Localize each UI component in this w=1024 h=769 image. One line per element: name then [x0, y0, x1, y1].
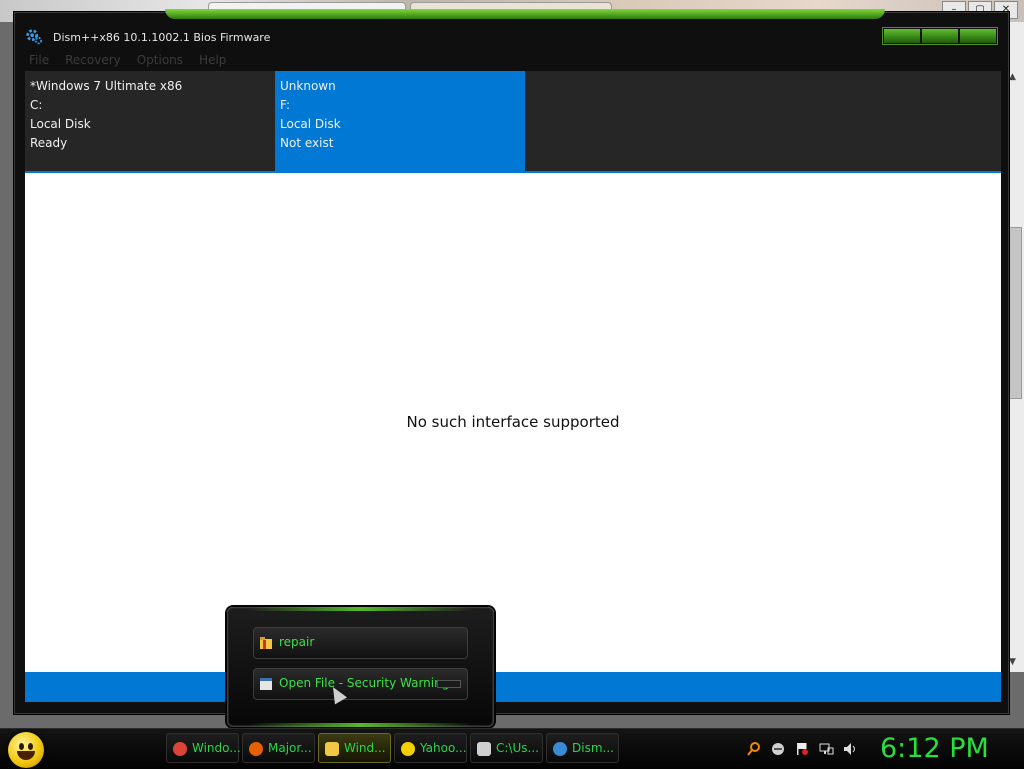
taskbar-button-yahoo[interactable]: Yahoo...: [394, 733, 467, 763]
taskbar: Windo... Major... Wind... Yahoo... C:\Us…: [0, 728, 1024, 769]
error-message: No such interface supported: [406, 413, 620, 431]
taskbar-button-dism[interactable]: Dism...: [546, 733, 619, 763]
window-top-glow: [165, 9, 885, 19]
system-drive: C:: [30, 98, 43, 112]
system-disk-type: Local Disk: [280, 117, 341, 131]
system-status: Ready: [30, 136, 68, 150]
folder-icon: [325, 742, 339, 756]
taskbar-jumplist-popup: repair Open File - Security Warning: [227, 607, 494, 727]
taskbar-button-label: Wind...: [344, 741, 386, 755]
gear-icon: [553, 742, 567, 756]
action-center-flag-icon[interactable]: [794, 741, 810, 757]
smiley-mouth: [17, 751, 35, 760]
popup-glow: [248, 723, 473, 727]
taskbar-button-7zip[interactable]: C:\Us...: [470, 733, 543, 763]
system-drive: F:: [280, 98, 291, 112]
search-icon[interactable]: [746, 741, 762, 757]
menu-file[interactable]: File: [29, 53, 49, 67]
taskbar-button-label: Major...: [268, 741, 312, 755]
scrollbar-thumb[interactable]: [1007, 227, 1022, 399]
jumplist-item-label: Open File - Security Warning: [279, 676, 450, 690]
maximize-button[interactable]: [922, 29, 958, 43]
window-title: Dism++x86 10.1.1002.1 Bios Firmware: [53, 31, 271, 44]
menu-help[interactable]: Help: [199, 53, 226, 67]
menu-recovery[interactable]: Recovery: [65, 53, 121, 67]
chrome-icon: [173, 742, 187, 756]
scroll-down-icon[interactable]: ▼: [1009, 657, 1016, 667]
start-button[interactable]: [8, 732, 44, 768]
system-card-unknown[interactable]: Unknown F: Local Disk Not exist: [275, 71, 525, 171]
smiley-eye: [19, 743, 24, 750]
minimize-button[interactable]: [884, 29, 920, 43]
status-bar: [25, 672, 1001, 702]
firefox-icon: [249, 742, 263, 756]
gear-icon: [26, 29, 43, 45]
smiley-eye: [28, 743, 33, 750]
system-status: Not exist: [280, 136, 334, 150]
system-disk-type: Local Disk: [30, 117, 91, 131]
system-name: Unknown: [280, 79, 336, 93]
taskbar-button-label: Dism...: [572, 741, 614, 755]
close-thumbnail-icon[interactable]: [437, 680, 461, 688]
title-bar[interactable]: Dism++x86 10.1.1002.1 Bios Firmware: [15, 21, 1008, 55]
system-name: *Windows 7 Ultimate x86: [30, 79, 183, 93]
popup-glow: [248, 607, 473, 611]
volume-icon[interactable]: [842, 741, 858, 757]
menu-options[interactable]: Options: [137, 53, 183, 67]
system-card-windows7[interactable]: *Windows 7 Ultimate x86 C: Local Disk Re…: [25, 71, 275, 171]
folder-icon: [260, 637, 272, 649]
taskbar-button-label: C:\Us...: [496, 741, 539, 755]
window-icon: [260, 678, 272, 690]
system-list: *Windows 7 Ultimate x86 C: Local Disk Re…: [25, 71, 1001, 171]
taskbar-button-label: Windo...: [192, 741, 241, 755]
messenger-status-icon[interactable]: [770, 741, 786, 757]
taskbar-clock[interactable]: 6:12 PM: [880, 733, 989, 764]
dism-window: Dism++x86 10.1.1002.1 Bios Firmware File…: [14, 9, 1009, 714]
jumplist-item-label: repair: [279, 635, 315, 649]
taskbar-button-chrome[interactable]: Windo...: [166, 733, 241, 763]
taskbar-buttons: Windo... Major... Wind... Yahoo... C:\Us…: [166, 733, 619, 763]
window-controls[interactable]: [882, 27, 998, 45]
close-button[interactable]: [960, 29, 996, 43]
network-icon[interactable]: [818, 741, 834, 757]
content-area: No such interface supported: [25, 173, 1001, 672]
system-tray: [746, 741, 858, 757]
menu-bar: File Recovery Options Help: [29, 53, 226, 67]
jumplist-item-security-warning[interactable]: Open File - Security Warning: [253, 668, 468, 700]
taskbar-button-label: Yahoo...: [420, 741, 467, 755]
7zip-icon: [477, 742, 491, 756]
taskbar-button-explorer[interactable]: Wind...: [318, 733, 391, 763]
yahoo-messenger-icon: [401, 742, 415, 756]
jumplist-item-repair[interactable]: repair: [253, 627, 468, 659]
scroll-up-icon[interactable]: ▲: [1009, 72, 1016, 82]
taskbar-button-firefox[interactable]: Major...: [242, 733, 315, 763]
